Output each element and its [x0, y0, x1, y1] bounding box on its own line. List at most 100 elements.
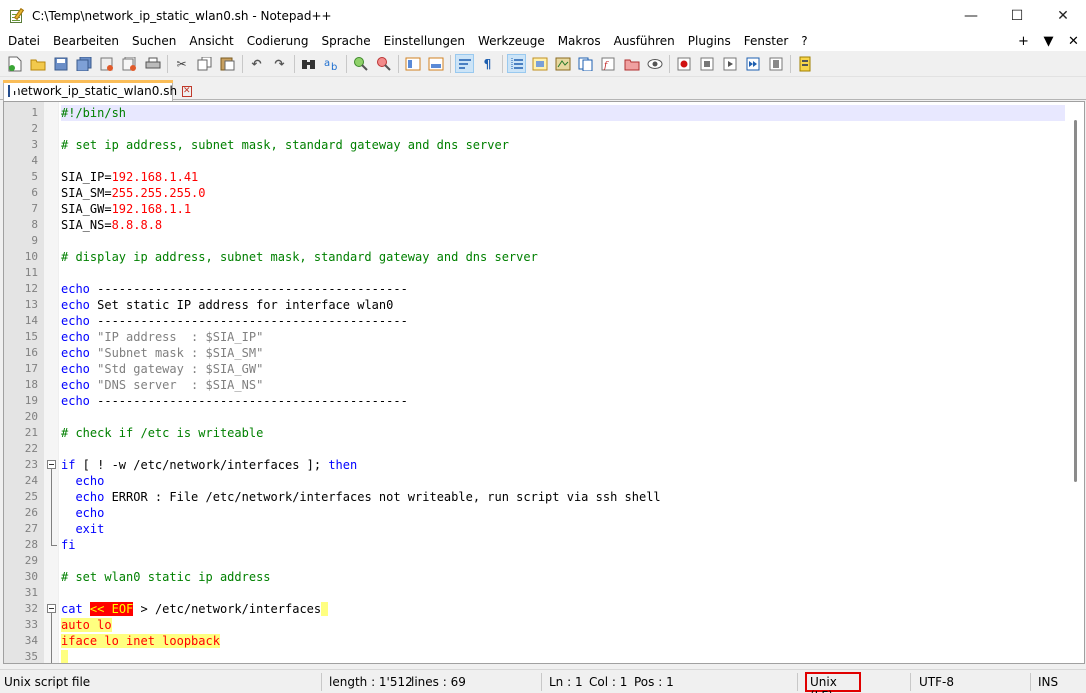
indent-guide-icon[interactable]	[507, 54, 526, 73]
sync-horizontal-icon[interactable]	[426, 54, 445, 73]
stop-record-icon[interactable]	[697, 54, 716, 73]
code-line[interactable]: 1 #!/bin/sh	[4, 105, 1066, 121]
editor-area[interactable]: 1 #!/bin/sh 2 3 # set ip address, subnet mas…	[3, 101, 1085, 664]
folder-workspace-icon[interactable]	[622, 54, 641, 73]
show-all-chars-icon[interactable]: ¶	[478, 54, 497, 73]
redo-icon[interactable]: ↷	[270, 54, 289, 73]
code-line[interactable]: 8 SIA_NS=8.8.8.8	[4, 217, 1066, 233]
code-line[interactable]: 30 # set wlan0 static ip address	[4, 569, 1066, 585]
code-line[interactable]: 29	[4, 553, 1066, 569]
doc-list-icon[interactable]	[576, 54, 595, 73]
run-macro-multiple-icon[interactable]	[743, 54, 762, 73]
code-line[interactable]: 14 echo ---------------------------------…	[4, 313, 1066, 329]
code-line[interactable]: 11	[4, 265, 1066, 281]
status-eol[interactable]: Unix (LF)	[805, 672, 861, 693]
record-macro-icon[interactable]	[674, 54, 693, 73]
save-all-icon[interactable]	[74, 54, 93, 73]
copy-icon[interactable]	[195, 54, 214, 73]
code-line[interactable]: 22	[4, 441, 1066, 457]
code-line[interactable]: 21 # check if /etc is writeable	[4, 425, 1066, 441]
print-icon[interactable]	[143, 54, 162, 73]
code-line[interactable]: 20	[4, 409, 1066, 425]
line-number: 10	[24, 250, 38, 263]
monitoring-icon[interactable]	[645, 54, 664, 73]
code-line[interactable]: 19 echo ---------------------------------…	[4, 393, 1066, 409]
sync-vertical-icon[interactable]	[403, 54, 422, 73]
close-icon[interactable]	[97, 54, 116, 73]
line-text: SIA_SM=255.255.255.0	[61, 185, 206, 201]
new-tab-button[interactable]: +	[1011, 34, 1036, 49]
undo-icon[interactable]: ↶	[247, 54, 266, 73]
function-list-icon[interactable]: f	[599, 54, 618, 73]
code-line[interactable]: 25 echo ERROR : File /etc/network/interf…	[4, 489, 1066, 505]
menu-sprache[interactable]: Sprache	[315, 34, 377, 48]
word-wrap-icon[interactable]	[455, 54, 474, 73]
fold-toggle-icon[interactable]	[47, 601, 57, 617]
code-line[interactable]: 17 echo "Std gateway : $SIA_GW"	[4, 361, 1066, 377]
vertical-scrollbar[interactable]	[1067, 102, 1084, 663]
menu-help[interactable]: ?	[794, 34, 813, 48]
menu-codierung[interactable]: Codierung	[240, 34, 315, 48]
menu-fenster[interactable]: Fenster	[737, 34, 795, 48]
code-line[interactable]: 3 # set ip address, subnet mask, standard…	[4, 137, 1066, 153]
zoom-out-icon[interactable]	[374, 54, 393, 73]
menu-ansicht[interactable]: Ansicht	[182, 34, 239, 48]
code-line[interactable]: 16 echo "Subnet mask : $SIA_SM"	[4, 345, 1066, 361]
code-line[interactable]: 23 if [ ! -w /etc/network/interfaces ]; t…	[4, 457, 1066, 473]
doc-map-icon[interactable]	[553, 54, 572, 73]
maximize-button[interactable]: ☐	[994, 0, 1040, 31]
find-icon[interactable]	[299, 54, 318, 73]
play-macro-icon[interactable]	[720, 54, 739, 73]
open-file-icon[interactable]	[28, 54, 47, 73]
replace-icon[interactable]: ab	[322, 54, 341, 73]
code-line[interactable]: 5 SIA_IP=192.168.1.41	[4, 169, 1066, 185]
code-line[interactable]: 33 auto lo	[4, 617, 1066, 633]
menu-makros[interactable]: Makros	[551, 34, 607, 48]
code-line[interactable]: 7 SIA_GW=192.168.1.1	[4, 201, 1066, 217]
line-number: 26	[24, 506, 38, 519]
code-line[interactable]: 27 exit	[4, 521, 1066, 537]
paste-icon[interactable]	[218, 54, 237, 73]
code-line[interactable]: 12 echo ---------------------------------…	[4, 281, 1066, 297]
code-line[interactable]: 18 echo "DNS server : $SIA_NS"	[4, 377, 1066, 393]
menu-bearbeiten[interactable]: Bearbeiten	[46, 34, 125, 48]
code-line[interactable]: 10 # display ip address, subnet mask, sta…	[4, 249, 1066, 265]
code-line[interactable]: 35	[4, 649, 1066, 663]
code-line[interactable]: 2	[4, 121, 1066, 137]
status-encoding[interactable]: UTF-8	[919, 675, 954, 689]
zoom-in-icon[interactable]	[351, 54, 370, 73]
code-line[interactable]: 32 cat << EOF > /etc/network/interfaces	[4, 601, 1066, 617]
code-line[interactable]: 26 echo	[4, 505, 1066, 521]
code-line[interactable]: 15 echo "IP address : $SIA_IP"	[4, 329, 1066, 345]
fold-toggle-icon[interactable]	[47, 457, 57, 473]
code-line[interactable]: 13 echo Set static IP address for interfa…	[4, 297, 1066, 313]
new-file-icon[interactable]	[5, 54, 24, 73]
menu-plugins[interactable]: Plugins	[681, 34, 737, 48]
code-line[interactable]: 28 fi	[4, 537, 1066, 553]
save-macro-icon[interactable]	[766, 54, 785, 73]
cut-icon[interactable]: ✂	[172, 54, 191, 73]
code-line[interactable]: 4	[4, 153, 1066, 169]
close-document-button[interactable]: ✕	[1061, 34, 1086, 49]
menu-ausfuehren[interactable]: Ausführen	[607, 34, 681, 48]
menu-werkzeuge[interactable]: Werkzeuge	[471, 34, 551, 48]
code-line[interactable]: 9	[4, 233, 1066, 249]
spell-check-icon[interactable]	[795, 54, 814, 73]
tab-close-icon[interactable]: ✕	[182, 85, 192, 97]
code-line[interactable]: 34 iface lo inet loopback	[4, 633, 1066, 649]
save-icon[interactable]	[51, 54, 70, 73]
menu-einstellungen[interactable]: Einstellungen	[377, 34, 471, 48]
close-button[interactable]: ✕	[1040, 0, 1086, 31]
tab-list-button[interactable]: ▼	[1036, 34, 1061, 49]
menu-datei[interactable]: Datei	[0, 34, 46, 48]
scrollbar-thumb[interactable]	[1074, 120, 1077, 482]
document-tab[interactable]: network_ip_static_wlan0.sh ✕	[3, 80, 192, 101]
code-line[interactable]: 6 SIA_SM=255.255.255.0	[4, 185, 1066, 201]
close-all-icon[interactable]	[120, 54, 139, 73]
code-line[interactable]: 31	[4, 585, 1066, 601]
code-line[interactable]: 24 echo	[4, 473, 1066, 489]
udl-icon[interactable]	[530, 54, 549, 73]
minimize-button[interactable]: —	[948, 0, 994, 31]
status-insert-mode[interactable]: INS	[1038, 675, 1058, 689]
menu-suchen[interactable]: Suchen	[125, 34, 182, 48]
